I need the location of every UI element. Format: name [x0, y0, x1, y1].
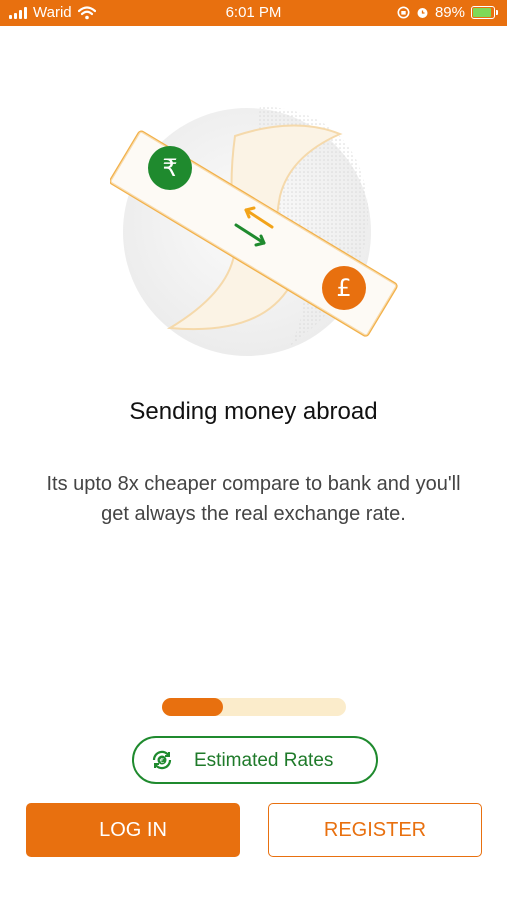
- svg-text:€: €: [160, 757, 164, 765]
- svg-text:₹: ₹: [162, 154, 177, 182]
- svg-text:£: £: [336, 274, 351, 302]
- register-button[interactable]: REGISTER: [268, 803, 482, 857]
- currency-exchange-illustration: ₹ £: [110, 106, 398, 356]
- status-right: 89%: [397, 4, 498, 21]
- battery-charging-icon: [471, 6, 498, 19]
- rupee-coin-icon: ₹: [148, 146, 192, 190]
- login-button[interactable]: LOG IN: [26, 803, 240, 857]
- orientation-lock-icon: [397, 6, 410, 19]
- onboarding-title: Sending money abroad: [129, 398, 378, 425]
- estimated-rates-button[interactable]: € Estimated Rates: [132, 736, 378, 784]
- status-bar: Warid 6:01 PM 89%: [0, 0, 507, 26]
- currency-exchange-icon: €: [152, 750, 172, 770]
- onboarding-progress: [162, 698, 346, 716]
- pound-coin-icon: £: [322, 266, 366, 310]
- estimated-rates-label: Estimated Rates: [194, 750, 334, 771]
- onboarding-progress-fill: [162, 698, 223, 716]
- battery-percent: 89%: [434, 4, 465, 21]
- onboarding-description: Its upto 8x cheaper compare to bank and …: [46, 473, 461, 525]
- alarm-icon: [417, 8, 428, 18]
